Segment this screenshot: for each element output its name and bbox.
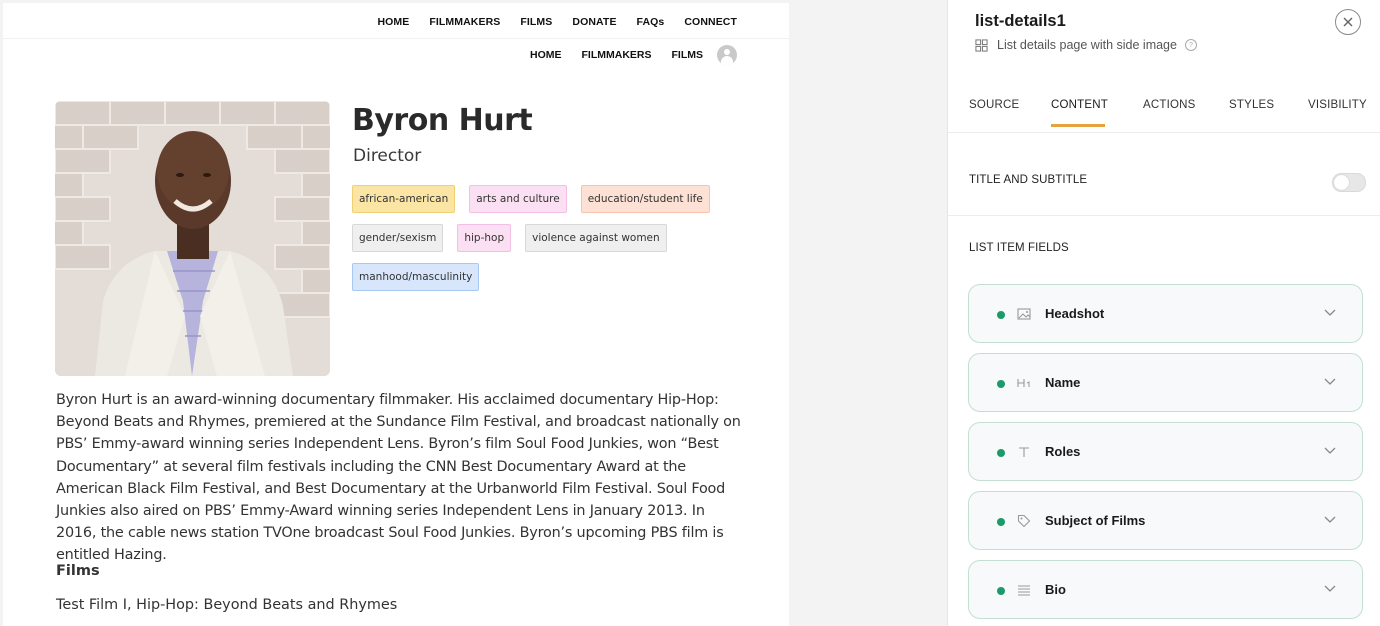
status-dot <box>997 518 1005 526</box>
nav2-filmmakers[interactable]: FILMMAKERS <box>582 49 652 61</box>
chevron-down-icon[interactable] <box>1323 308 1337 318</box>
close-button[interactable] <box>1335 9 1361 35</box>
help-icon[interactable]: ? <box>1184 39 1197 51</box>
title-subtitle-toggle[interactable] <box>1332 173 1366 192</box>
person-name: Byron Hurt <box>352 103 533 138</box>
field-subject-of-films[interactable]: Subject of Films <box>968 491 1363 550</box>
chevron-down-icon[interactable] <box>1323 446 1337 456</box>
tag-chip[interactable]: gender/sexism <box>352 224 444 252</box>
field-label: Bio <box>1045 582 1066 597</box>
nav-donate[interactable]: DONATE <box>572 16 616 28</box>
tab-visibility[interactable]: VISIBILITY <box>1308 99 1367 111</box>
tag-chip[interactable]: african-american <box>352 185 456 213</box>
chevron-down-icon[interactable] <box>1323 377 1337 387</box>
tag-chip[interactable]: arts and culture <box>469 185 567 213</box>
tab-actions[interactable]: ACTIONS <box>1143 99 1196 111</box>
field-bio[interactable]: Bio <box>968 560 1363 619</box>
subject-tags: african-american arts and culture educat… <box>352 185 732 302</box>
field-headshot[interactable]: Headshot <box>968 284 1363 343</box>
settings-panel: list-details1 List details page with sid… <box>947 0 1380 626</box>
tag-chip[interactable]: violence against women <box>525 224 667 252</box>
text-icon <box>1016 444 1032 460</box>
nav2-home[interactable]: HOME <box>530 49 562 61</box>
panel-subtitle: List details page with side image <box>997 38 1177 52</box>
status-dot <box>997 587 1005 595</box>
chevron-down-icon[interactable] <box>1323 584 1337 594</box>
heading-icon <box>1016 375 1032 391</box>
field-label: Roles <box>1045 444 1081 459</box>
paragraph-icon <box>1016 582 1032 598</box>
tab-styles[interactable]: STYLES <box>1229 99 1274 111</box>
nav-divider <box>3 38 789 39</box>
primary-nav: HOME FILMMAKERS FILMS DONATE FAQs CONNEC… <box>357 16 737 28</box>
close-icon <box>1343 17 1353 27</box>
nav-connect[interactable]: CONNECT <box>684 16 737 28</box>
films-heading: Films <box>56 563 100 579</box>
secondary-nav: HOME FILMMAKERS FILMS <box>510 45 737 65</box>
nav2-films[interactable]: FILMS <box>672 49 704 61</box>
person-role: Director <box>353 146 422 166</box>
tag-chip[interactable]: education/student life <box>580 185 710 213</box>
nav-filmmakers[interactable]: FILMMAKERS <box>429 16 500 28</box>
field-label: Headshot <box>1045 306 1105 321</box>
page-preview: HOME FILMMAKERS FILMS DONATE FAQs CONNEC… <box>3 3 789 626</box>
panel-tabs: SOURCE CONTENT ACTIONS STYLES VISIBILITY <box>948 88 1380 133</box>
status-dot <box>997 311 1005 319</box>
status-dot <box>997 380 1005 388</box>
nav-films[interactable]: FILMS <box>520 16 552 28</box>
field-name[interactable]: Name <box>968 353 1363 412</box>
nav-faqs[interactable]: FAQs <box>637 16 665 28</box>
title-subtitle-section: TITLE AND SUBTITLE <box>948 133 1380 216</box>
field-label: Name <box>1045 375 1081 390</box>
title-subtitle-label: TITLE AND SUBTITLE <box>969 174 1088 186</box>
image-icon <box>1016 306 1032 322</box>
headshot-image <box>55 101 330 376</box>
chevron-down-icon[interactable] <box>1323 515 1337 525</box>
field-label: Subject of Films <box>1045 513 1146 528</box>
bio-text: Byron Hurt is an award-winning documenta… <box>56 392 741 564</box>
list-item-fields-label: LIST ITEM FIELDS <box>969 242 1069 254</box>
tag-chip[interactable]: manhood/masculinity <box>352 263 480 291</box>
tab-source[interactable]: SOURCE <box>969 99 1019 111</box>
tag-icon <box>1016 513 1032 529</box>
panel-title: list-details1 <box>975 12 1066 30</box>
user-avatar-icon[interactable] <box>717 45 737 65</box>
nav-home[interactable]: HOME <box>377 16 409 28</box>
tab-content[interactable]: CONTENT <box>1051 99 1108 111</box>
status-dot <box>997 449 1005 457</box>
field-roles[interactable]: Roles <box>968 422 1363 481</box>
layout-grid-icon <box>975 38 988 52</box>
tag-chip[interactable]: hip-hop <box>457 224 512 252</box>
active-tab-indicator <box>1051 124 1105 127</box>
films-value: Test Film I, Hip-Hop: Beyond Beats and R… <box>56 597 398 613</box>
panel-subtitle-row: List details page with side image ? <box>975 38 1197 52</box>
